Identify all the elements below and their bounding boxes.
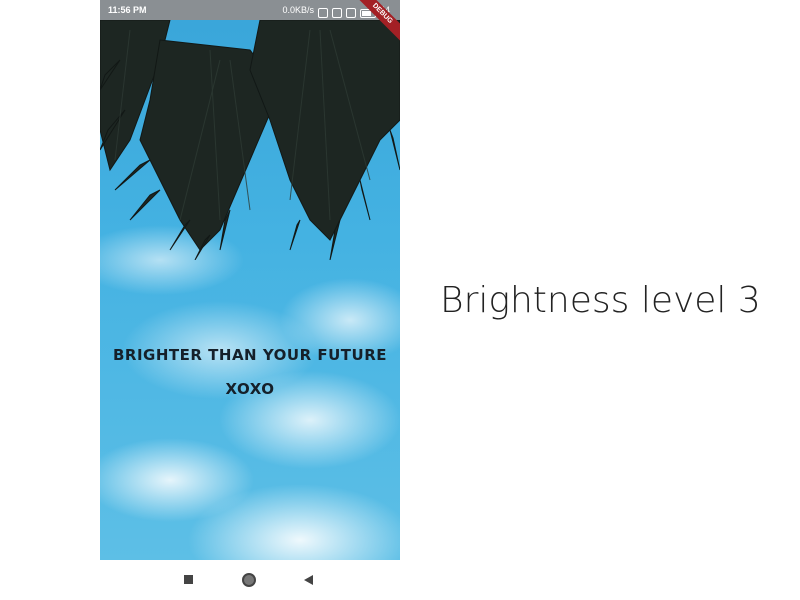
- recents-button[interactable]: [182, 573, 196, 587]
- triangle-back-icon: [304, 575, 313, 585]
- stage: BRIGHTER THAN YOUR FUTURE XOXO 11:56 PM …: [0, 0, 800, 600]
- wallpaper-text-line2: XOXO: [225, 380, 275, 398]
- wallpaper-text-line1: BRIGHTER THAN YOUR FUTURE: [112, 346, 388, 364]
- caption-text: Brightness level 3: [440, 280, 761, 321]
- network-speed: 0.0KB/s: [282, 5, 314, 15]
- square-icon: [184, 575, 193, 584]
- alarm-icon: [317, 8, 328, 18]
- status-bar: 11:56 PM 0.0KB/s 44: [100, 0, 400, 20]
- home-button[interactable]: [242, 573, 256, 587]
- palm-leaves-image: [100, 20, 400, 260]
- circle-icon: [242, 573, 256, 587]
- wifi-icon: [345, 8, 356, 18]
- navigation-bar: [100, 560, 400, 600]
- status-time: 11:56 PM: [108, 5, 147, 15]
- back-button[interactable]: [304, 573, 318, 587]
- signal-icon: [331, 8, 342, 18]
- phone-screen: BRIGHTER THAN YOUR FUTURE XOXO 11:56 PM …: [100, 0, 400, 600]
